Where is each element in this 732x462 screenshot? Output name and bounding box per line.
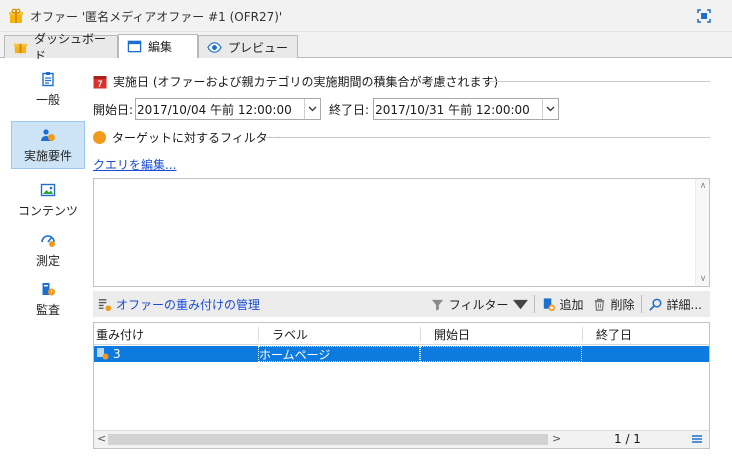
column-header-label[interactable]: ラベル: [258, 323, 308, 345]
sidebar-item-measure[interactable]: 測定: [11, 226, 85, 274]
edit-query-link[interactable]: クエリを編集...: [93, 156, 176, 173]
magnifier-icon: [648, 298, 661, 311]
main-content: 7 実施日 (オファーおよび親カテゴリの実施期間の積集合が考慮されます) 開始日…: [86, 59, 732, 462]
tab-edit[interactable]: 編集: [118, 34, 198, 58]
cell-label: ホームページ: [258, 346, 420, 362]
column-header-start-date[interactable]: 開始日: [420, 323, 470, 345]
sidebar-item-label: 実施要件: [23, 148, 72, 163]
details-button[interactable]: 詳細...: [644, 296, 710, 313]
add-button[interactable]: 追加: [537, 296, 588, 313]
scroll-right-icon[interactable]: >: [552, 432, 561, 445]
cell-start-date: [420, 346, 582, 362]
end-date-value: 2017/10/31 午前 12:00:00: [375, 102, 530, 117]
orange-dot-icon: [93, 131, 106, 144]
filter-button[interactable]: フィルター: [426, 296, 532, 313]
dates-heading-text: 実施日 (オファーおよび親カテゴリの実施期間の積集合が考慮されます): [113, 75, 499, 89]
query-preview-box[interactable]: ∧ ∨: [93, 178, 710, 287]
scroll-down-icon[interactable]: ∨: [696, 274, 710, 284]
end-date-label: 終了日:: [329, 102, 370, 117]
calendar-icon: 7: [93, 75, 107, 89]
edit-window-icon: [127, 40, 142, 53]
sidebar: 一般 実施要件 コンテンツ 測定 監査: [0, 59, 86, 462]
image-icon: [40, 183, 56, 196]
sidebar-item-general[interactable]: 一般: [11, 65, 85, 113]
audit-icon: [42, 282, 55, 295]
eye-icon: [207, 41, 222, 53]
window-title: オファー '匿名メディアオファー #1 (OFR27)': [30, 10, 283, 24]
chevron-down-icon[interactable]: [542, 99, 559, 119]
sidebar-item-eligibility[interactable]: 実施要件: [11, 121, 85, 169]
horizontal-scrollbar[interactable]: < >: [94, 431, 564, 448]
sidebar-item-label: 測定: [35, 253, 60, 268]
manage-weights-button[interactable]: オファーの重み付けの管理: [93, 296, 264, 313]
pager-text: 1 / 1: [614, 432, 641, 446]
date-row: 開始日: 2017/10/04 午前 12:00:00 終了日: 2017/10…: [93, 97, 560, 121]
end-date-field[interactable]: 2017/10/31 午前 12:00:00: [373, 98, 560, 120]
weights-table: 重み付け ラベル 開始日 終了日 3 ホームページ < > 1 / 1: [93, 322, 710, 449]
chevron-down-icon[interactable]: [304, 99, 321, 119]
scroll-left-icon[interactable]: <: [97, 432, 106, 445]
details-label: 詳細...: [666, 297, 702, 312]
users-icon: [41, 128, 55, 141]
add-label: 追加: [559, 297, 584, 312]
maximize-icon[interactable]: [696, 8, 712, 24]
start-date-label: 開始日:: [93, 102, 134, 117]
gauge-icon: [41, 234, 55, 247]
table-row[interactable]: 3 ホームページ: [94, 346, 709, 362]
table-footer: < > 1 / 1: [94, 430, 709, 448]
delete-button[interactable]: 削除: [588, 296, 639, 313]
sidebar-item-label: 監査: [35, 302, 60, 317]
toolbar-separator: [533, 295, 535, 313]
tab-dashboard[interactable]: ダッシュボード: [4, 32, 118, 63]
section-divider: [486, 81, 710, 82]
caret-down-icon: [512, 299, 528, 309]
tab-label: プレビュー: [228, 40, 289, 55]
weight-row-icon: [97, 348, 109, 360]
sidebar-item-label: 一般: [35, 92, 60, 107]
start-date-value: 2017/10/04 午前 12:00:00: [137, 102, 292, 117]
table-header: 重み付け ラベル 開始日 終了日: [94, 323, 709, 345]
svg-text:7: 7: [97, 79, 102, 89]
dashboard-icon: [13, 43, 28, 53]
filter-section-heading: ターゲットに対するフィルター: [93, 129, 280, 146]
weights-toolbar: オファーの重み付けの管理 フィルター 追加 削除 詳細...: [93, 291, 710, 317]
gift-icon: [9, 8, 23, 23]
sidebar-item-label: コンテンツ: [17, 203, 78, 218]
tab-bar: ダッシュボード 編集 プレビュー: [0, 32, 732, 63]
filter-icon: [431, 299, 443, 311]
delete-label: 削除: [610, 297, 635, 312]
dates-section-heading: 7 実施日 (オファーおよび親カテゴリの実施期間の積集合が考慮されます): [93, 73, 498, 90]
sidebar-item-audit[interactable]: 監査: [11, 275, 85, 323]
filter-heading-text: ターゲットに対するフィルター: [112, 131, 280, 145]
tab-label: 編集: [148, 40, 173, 54]
add-icon: [543, 297, 555, 311]
column-header-end-date[interactable]: 終了日: [582, 323, 632, 345]
vertical-scrollbar[interactable]: ∧ ∨: [695, 179, 709, 286]
scrollbar-thumb[interactable]: [108, 434, 548, 445]
trash-icon: [594, 298, 604, 311]
toolbar-separator: [640, 295, 642, 313]
filter-label: フィルター: [448, 297, 509, 312]
clipboard-icon: [42, 71, 54, 86]
weights-icon: [98, 298, 112, 311]
list-menu-icon[interactable]: [691, 433, 703, 445]
start-date-field[interactable]: 2017/10/04 午前 12:00:00: [135, 98, 322, 120]
section-divider: [266, 137, 710, 138]
title-bar: オファー '匿名メディアオファー #1 (OFR27)': [0, 0, 732, 32]
cell-end-date: [582, 346, 709, 362]
sidebar-item-content[interactable]: コンテンツ: [11, 176, 85, 224]
manage-weights-label: オファーの重み付けの管理: [116, 297, 261, 312]
cell-weight: 3: [96, 346, 258, 362]
scroll-up-icon[interactable]: ∧: [696, 181, 710, 191]
tab-preview[interactable]: プレビュー: [198, 35, 298, 58]
column-header-weight[interactable]: 重み付け: [96, 323, 144, 345]
